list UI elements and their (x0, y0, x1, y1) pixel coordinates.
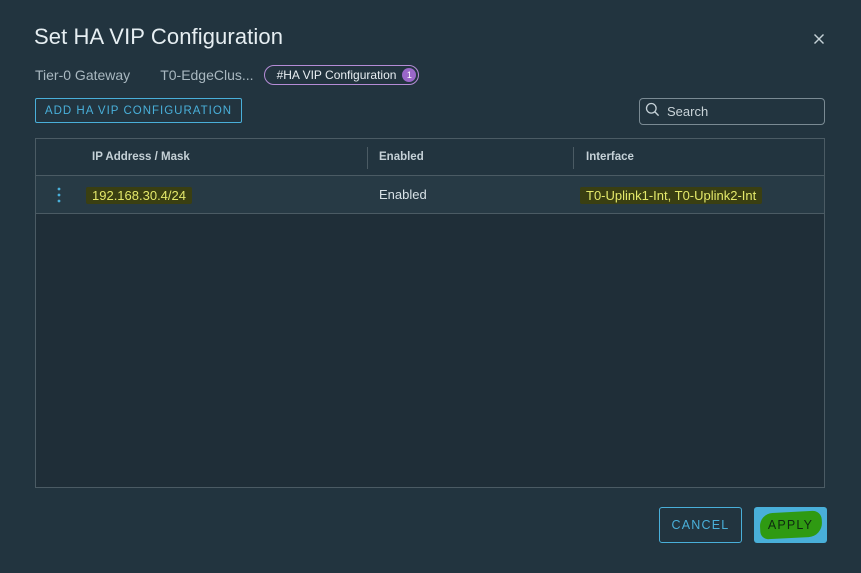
table-row[interactable]: 192.168.30.4/24 Enabled T0-Uplink1-Int, … (36, 176, 824, 214)
search-input[interactable] (665, 103, 819, 120)
column-separator[interactable] (367, 147, 368, 169)
dialog-title: Set HA VIP Configuration (34, 24, 284, 49)
ha-vip-dialog: Set HA VIP Configuration Tier-0 Gateway … (0, 0, 861, 573)
column-header-interface[interactable]: Interface (586, 151, 634, 163)
cell-ip-address: 192.168.30.4/24 (86, 187, 192, 204)
pill-label: #HA VIP Configuration (276, 68, 397, 82)
column-header-ip-address[interactable]: IP Address / Mask (92, 151, 190, 163)
vertical-ellipsis-icon[interactable] (53, 186, 65, 204)
table-header: IP Address / Mask Enabled Interface (36, 139, 824, 176)
column-header-enabled[interactable]: Enabled (379, 151, 424, 163)
search-box[interactable] (639, 98, 825, 125)
context-row: Tier-0 Gateway T0-EdgeClus... #HA VIP Co… (35, 64, 420, 86)
cancel-button[interactable]: CANCEL (659, 507, 742, 543)
gateway-label: Tier-0 Gateway (35, 67, 131, 83)
add-ha-vip-configuration-button[interactable]: ADD HA VIP CONFIGURATION (35, 98, 242, 123)
ha-vip-table: IP Address / Mask Enabled Interface 192.… (35, 138, 825, 488)
apply-button-label: APPLY (767, 518, 814, 532)
apply-button[interactable]: APPLY (754, 507, 827, 543)
column-separator[interactable] (573, 147, 574, 169)
close-icon[interactable] (810, 30, 828, 48)
ha-vip-config-pill[interactable]: #HA VIP Configuration 1 (263, 65, 420, 85)
gateway-value: T0-EdgeClus... (160, 67, 254, 83)
search-icon (645, 102, 660, 122)
pill-count-badge: 1 (402, 68, 417, 82)
cell-enabled: Enabled (379, 187, 427, 202)
cell-interface: T0-Uplink1-Int, T0-Uplink2-Int (580, 187, 763, 204)
